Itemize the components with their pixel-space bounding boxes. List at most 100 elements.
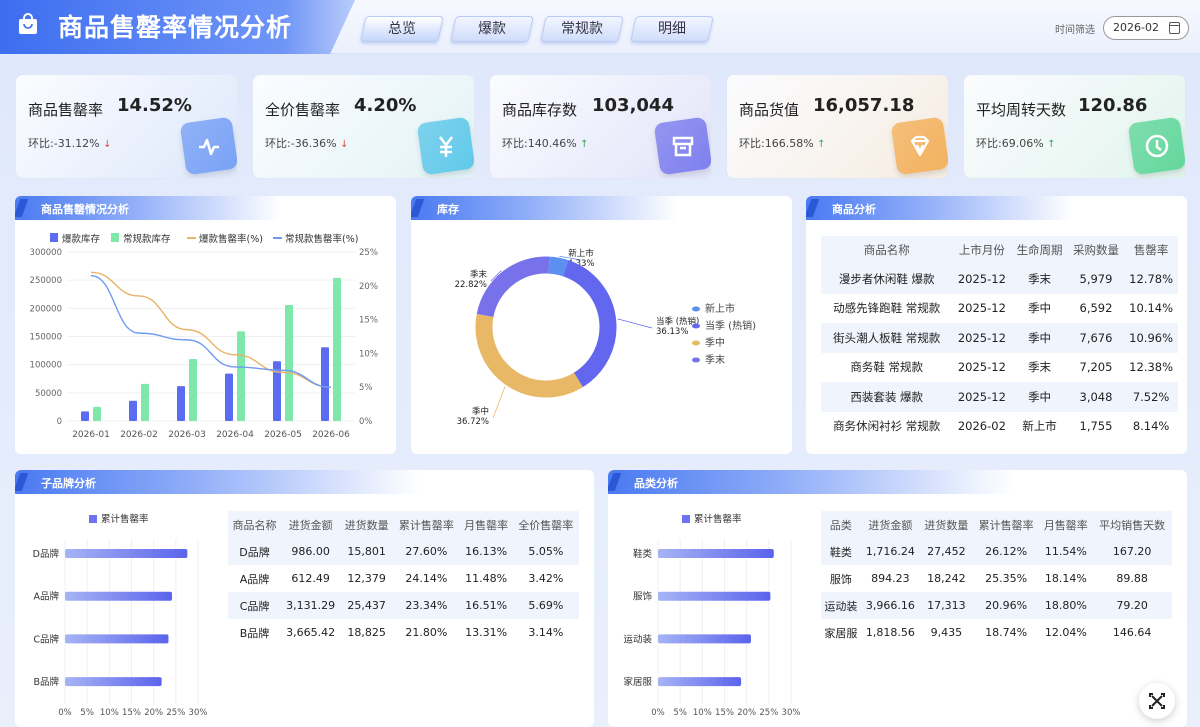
- table-row[interactable]: 西装套装 爆款 2025-12 季中 3,048 7.52%: [821, 382, 1178, 412]
- x-tick-label: 20%: [144, 708, 163, 718]
- change-label: 环比:: [28, 137, 54, 150]
- kpi-value: 16,057.18: [813, 95, 915, 116]
- table-header-row: 商品名称 上市月份 生命周期 采购数量 售罄率: [821, 236, 1178, 264]
- y2-tick-label: 5%: [359, 383, 373, 393]
- slice-name: 季末: [470, 269, 488, 280]
- column-header: 进货数量: [340, 511, 394, 538]
- table-row[interactable]: 服饰 894.23 18,242 25.35% 18.14% 89.88: [821, 565, 1172, 592]
- table-row[interactable]: C品牌 3,131.29 25,437 23.34% 16.51% 5.69%: [228, 592, 579, 619]
- y-tick-label: 200000: [30, 304, 62, 314]
- y-tick-label: 250000: [30, 276, 62, 286]
- stock-donut-chart: 新上市4.33%当季 (热销)36.13%季中36.72%季末22.82%新上市…: [455, 248, 757, 427]
- table-cell: 1,818.56: [865, 626, 915, 639]
- table-cell: 25,437: [340, 592, 394, 619]
- bar-hot: [177, 386, 185, 421]
- kpi-change: 环比:140.46% ↑: [502, 135, 589, 151]
- table-row[interactable]: 家居服 1,818.56 9,435 18.74% 12.04% 146.64: [821, 619, 1172, 646]
- table-cell: 3,665.42: [286, 626, 336, 639]
- legend-swatch: [50, 233, 58, 242]
- kpi-icon-tile: [1127, 116, 1185, 176]
- table-cell: 2026-02: [957, 419, 1006, 434]
- table-cell: 季末: [1028, 360, 1052, 375]
- panel-title: 品类分析: [634, 477, 678, 490]
- y2-tick-label: 20%: [359, 282, 378, 292]
- tab-overview[interactable]: 总览: [360, 16, 444, 42]
- table-row[interactable]: D品牌 986.00 15,801 27.60% 16.13% 5.05%: [228, 538, 579, 565]
- table-row[interactable]: 街头潮人板鞋 常规款 2025-12 季中 7,676 10.96%: [821, 323, 1178, 353]
- table-cell: 11.54%: [1039, 538, 1093, 565]
- diamond-icon: [910, 135, 930, 157]
- tab-regular[interactable]: 常规款: [540, 16, 624, 42]
- table-row[interactable]: 商务鞋 常规款 2025-12 季末 7,205 12.38%: [821, 353, 1178, 383]
- legend-label: 累计售罄率: [101, 513, 149, 525]
- x-tick-label: 15%: [715, 708, 734, 718]
- date-picker[interactable]: 2026-02: [1103, 16, 1189, 40]
- x-tick-label: 2026-01: [72, 430, 110, 440]
- y-tick-label: 50000: [35, 389, 62, 399]
- legend-swatch: [692, 323, 700, 329]
- tab-label: 总览: [388, 21, 416, 37]
- table-cell: 23.34%: [393, 592, 460, 619]
- table-row[interactable]: 商务休闲衬衫 常规款 2026-02 新上市 1,755 8.14%: [821, 412, 1178, 442]
- table-row[interactable]: B品牌 3,665.42 18,825 21.80% 13.31% 3.14%: [228, 619, 579, 646]
- column-header: 商品名称: [228, 511, 282, 538]
- tab-detail[interactable]: 明细: [630, 16, 714, 42]
- leader-line: [617, 318, 653, 329]
- box-icon: [672, 136, 694, 157]
- fullscreen-button[interactable]: [1139, 683, 1175, 719]
- column-header: 进货金额: [281, 511, 341, 538]
- legend-swatch: [692, 340, 700, 346]
- table-cell: 16.51%: [459, 592, 513, 619]
- kpi-change: 环比:166.58% ↑: [739, 135, 826, 151]
- table-cell: 21.80%: [405, 626, 448, 639]
- bar: [658, 677, 742, 687]
- kpi-label: 全价售罄率: [265, 101, 341, 119]
- table-cell: 季中: [1011, 382, 1068, 412]
- time-filter-label: 时间筛选: [1055, 25, 1095, 36]
- table-cell: 3,966.16: [860, 592, 920, 619]
- calendar-icon[interactable]: [1169, 22, 1180, 34]
- kpi-value: 4.20%: [354, 95, 417, 116]
- table-cell: 3.14%: [528, 626, 564, 639]
- table-row[interactable]: 漫步者休闲鞋 爆款 2025-12 季末 5,979 12.78%: [821, 264, 1178, 294]
- table-cell: 12,379: [347, 572, 386, 585]
- column-header: 累计售罄率: [393, 511, 460, 538]
- clock-icon: [1145, 134, 1169, 158]
- table-row[interactable]: A品牌 612.49 12,379 24.14% 11.48% 3.42%: [228, 565, 579, 592]
- kpi-card: 商品售罄率 14.52% 环比:-31.12% ↓: [15, 74, 238, 179]
- x-tick-label: 0%: [58, 708, 72, 718]
- table-row[interactable]: 鞋类 1,716.24 27,452 26.12% 11.54% 167.20: [821, 538, 1172, 565]
- table-cell: 18.74%: [985, 626, 1028, 639]
- panel-title: 库存: [437, 203, 459, 216]
- table-cell: 新上市: [1022, 419, 1057, 434]
- table-cell: 18.14%: [1044, 572, 1087, 585]
- table-cell: 27,452: [919, 538, 973, 565]
- table-cell: 6,592: [1079, 301, 1113, 316]
- x-tick-label: 30%: [189, 708, 208, 718]
- table-cell: 5.69%: [512, 592, 579, 619]
- bar: [658, 549, 774, 558]
- bar: [65, 591, 173, 601]
- pulse-icon: [199, 138, 219, 156]
- slice-name: 新上市: [568, 248, 594, 259]
- table-row[interactable]: 动感先锋跑鞋 常规款 2025-12 季中 6,592 10.14%: [821, 294, 1178, 324]
- line-series: [90, 271, 332, 388]
- product-table: 商品名称 上市月份 生命周期 采购数量 售罄率 漫步者休闲鞋 爆款 2025-12 季末 5,9…: [821, 236, 1178, 441]
- category-label: D品牌: [33, 548, 60, 560]
- category-label: 鞋类: [633, 548, 653, 560]
- shopping-bag-icon: [19, 13, 37, 34]
- table-row[interactable]: 运动装 3,966.16 17,313 20.96% 18.80% 79.20: [821, 592, 1172, 619]
- table-cell: 10.96%: [1124, 323, 1178, 353]
- table-cell: 25.35%: [985, 572, 1028, 585]
- trend-up-icon: ↑: [1047, 139, 1056, 150]
- tab-label: 爆款: [478, 21, 506, 37]
- sell-through-chart: 爆款库存 常规款库存 爆款售罄率(%) 常规款售罄率(%) 0 50000 100000 15…: [30, 233, 378, 440]
- tab-hot[interactable]: 爆款: [450, 16, 534, 42]
- bar: [65, 549, 188, 558]
- kpi-card: 平均周转天数 120.86 环比:69.06% ↑: [963, 74, 1186, 179]
- legend-label: 爆款售罄率(%): [199, 233, 263, 245]
- x-tick-label: 2026-05: [264, 430, 302, 440]
- table-cell: 3,131.29: [281, 592, 341, 619]
- column-header: 采购数量: [1067, 236, 1125, 264]
- table-cell: 894.23: [871, 572, 910, 585]
